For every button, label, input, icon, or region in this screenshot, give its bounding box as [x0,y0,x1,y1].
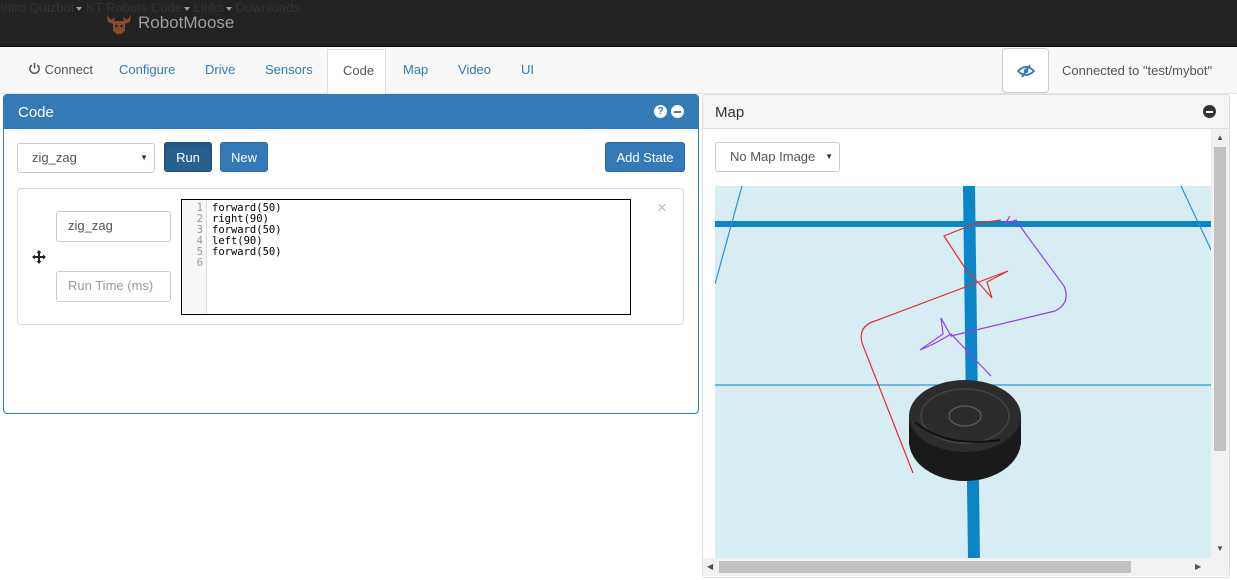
move-handle-icon[interactable] [32,250,46,264]
nav-quizbot-label: Quizbot [29,0,75,15]
state-card: zig_zag Run Time (ms) 1 2 3 4 5 6 forwar… [17,188,684,325]
scroll-left-icon[interactable]: ◀ [707,562,713,571]
add-state-button[interactable]: Add State [605,142,685,172]
caret-down-icon [76,6,83,11]
program-select[interactable]: zig_zag ▼ [17,143,155,173]
power-icon [29,62,40,74]
help-icon[interactable]: ? [654,105,667,118]
scroll-down-icon[interactable]: ▼ [1216,544,1224,553]
nav-kt[interactable]: KT [86,0,102,15]
new-button[interactable]: New [220,142,268,172]
map-panel: Map No Map Image ▼ ▲ ▼ ◀ ▶ [702,94,1230,578]
tab-bar: Connect Configure Drive Sensors Code Map… [0,47,1237,95]
map-panel-header: Map [703,95,1229,129]
line-number: 6 [196,257,203,269]
nav-downloads[interactable]: Downloads [236,0,300,15]
scroll-up-icon[interactable]: ▲ [1216,133,1224,142]
map-horizontal-scrollbar[interactable]: ◀ ▶ [703,558,1229,576]
tab-map[interactable]: Map [403,62,428,77]
map-vertical-scrollbar[interactable]: ▲ ▼ [1211,129,1229,558]
eye-slash-icon [1016,64,1035,77]
code-panel: Code ? zig_zag ▼ Run New Add State zig_z… [3,94,699,414]
tab-code[interactable]: Code [327,49,386,95]
code-panel-header: Code ? [4,95,698,129]
tab-connect[interactable]: Connect [28,62,93,77]
code-editor[interactable]: 1 2 3 4 5 6 forward(50) right(90) forwar… [181,199,631,315]
map-image-select[interactable]: No Map Image ▼ [715,142,840,172]
brand-logo[interactable]: RobotMoose [104,11,234,35]
nav-quizbot[interactable]: Quizbot [30,0,83,15]
connection-status: Connected to "test/mybot" [1062,63,1213,78]
caret-down-icon [225,6,232,11]
code-panel-title: Code [18,104,54,121]
vertical-scroll-thumb[interactable] [1214,147,1226,451]
collapse-icon[interactable] [1203,105,1216,118]
close-icon[interactable]: × [657,198,667,218]
state-name-input[interactable]: zig_zag [56,211,171,242]
select-arrow-icon: ▼ [825,152,833,161]
horizontal-scroll-thumb[interactable] [719,561,1131,573]
map-panel-title: Map [715,104,745,121]
line-number-gutter: 1 2 3 4 5 6 [182,200,207,314]
caret-down-icon [184,6,190,11]
tab-drive[interactable]: Drive [205,62,235,77]
visibility-toggle-button[interactable] [1002,48,1049,93]
run-button[interactable]: Run [164,142,212,172]
tab-connect-label: Connect [44,62,94,77]
top-navbar: RobotMoose Intro Quizbot KT Robots Code … [0,0,1237,47]
code-text: forward(50) right(90) forward(50) left(9… [212,203,282,258]
nav-intro[interactable]: Intro [0,0,26,15]
run-time-input[interactable]: Run Time (ms) [56,271,171,302]
tab-sensors[interactable]: Sensors [265,62,313,77]
tab-video[interactable]: Video [458,62,491,77]
tab-configure[interactable]: Configure [119,62,175,77]
moose-icon [107,15,131,34]
robot-model [909,380,1021,481]
tab-code-label: Code [343,63,375,78]
tab-ui[interactable]: UI [521,62,534,77]
brand-name: RobotMoose [138,13,235,32]
select-arrow-icon: ▼ [140,153,148,162]
map-3d-view[interactable] [715,186,1213,558]
minus-bar [674,110,681,113]
program-select-value: zig_zag [32,150,77,165]
scroll-right-icon[interactable]: ▶ [1195,562,1201,571]
map-image-select-value: No Map Image [730,149,816,164]
code-line: forward(50) [212,246,282,258]
collapse-icon[interactable] [671,105,684,118]
grid-line [963,186,980,558]
